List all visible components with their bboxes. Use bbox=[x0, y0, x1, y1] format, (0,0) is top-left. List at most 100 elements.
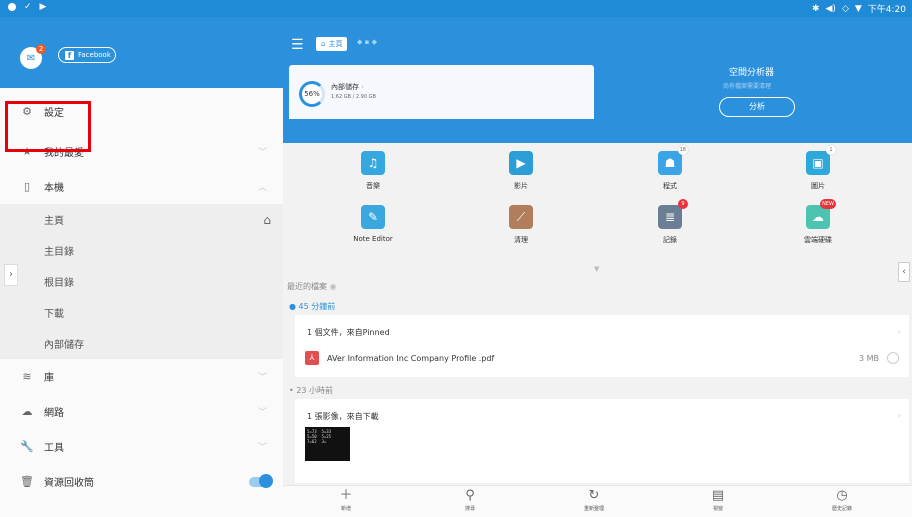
drawer-subitem-main-directory[interactable]: 主目錄 bbox=[0, 235, 283, 266]
card-title: 1 個文件，來自Pinned bbox=[307, 328, 390, 337]
dot-icon bbox=[8, 3, 16, 11]
wrench-icon: 🔧 bbox=[20, 440, 34, 453]
check-icon: ✓ bbox=[24, 2, 32, 12]
plus-icon: ＋ bbox=[339, 488, 353, 503]
app-badge: 9 bbox=[678, 199, 688, 209]
history-icon: ◷ bbox=[836, 488, 848, 503]
app-cleaner[interactable]: ⟋ 清理 bbox=[481, 205, 561, 245]
main-header: ☰ ⌂ 主頁 ◆ ▪ ◆ 56% 內部儲存 › 1.62 GB / 2.90 G… bbox=[283, 17, 912, 143]
search-icon: ⚲ bbox=[465, 488, 475, 503]
drawer-subitem-root[interactable]: 根目錄 bbox=[0, 266, 283, 297]
network-icon: ☁ bbox=[21, 405, 33, 418]
music-icon: ♫ bbox=[361, 151, 385, 175]
app-music[interactable]: ♫ 音樂 bbox=[333, 151, 413, 191]
app-programs[interactable]: ☗ 18 程式 bbox=[630, 145, 710, 191]
drawer-item-label: 資源回收筒 bbox=[44, 478, 94, 489]
eye-icon: ◉ bbox=[329, 282, 337, 291]
storage-title: 內部儲存 › bbox=[331, 83, 365, 91]
stack-icon: ≣ 9 bbox=[658, 199, 688, 229]
new-button[interactable]: ＋ 新增 bbox=[316, 488, 376, 513]
cloud-icon: ☁ NEW bbox=[806, 199, 836, 229]
home-icon: ⌂ bbox=[321, 40, 326, 48]
menu-icon[interactable]: ☰ bbox=[291, 37, 304, 53]
chevron-left-icon: ‹ bbox=[902, 267, 906, 277]
bottom-toolbar: ＋ 新增 ⚲ 搜尋 ↻ 重新整理 ▤ 視窗 ◷ 歷史記錄 bbox=[283, 485, 912, 517]
volume-icon: ◀) bbox=[825, 3, 836, 14]
status-bar: ✓ ▶ ✱ ◀) ◇ ▼ 下午4:20 bbox=[0, 0, 912, 17]
navigation-drawer: ✉ 2 f Facebook ⚙ 設定 ★ 我的最愛 ﹀ ▯ 本機 ︿ 主頁 ⌂… bbox=[0, 17, 283, 517]
refresh-button[interactable]: ↻ 重新整理 bbox=[564, 488, 624, 513]
chevron-up-icon: ︿ bbox=[257, 183, 267, 193]
video-icon: ▶ bbox=[509, 151, 533, 175]
drawer-item-label: 庫 bbox=[44, 373, 54, 384]
mail-icon: ✉ bbox=[26, 52, 36, 64]
drawer-subitem-label: 下載 bbox=[44, 309, 64, 320]
app-badge: NEW bbox=[820, 199, 836, 209]
recent-files-title: 最近的檔案 ◉ bbox=[287, 282, 337, 291]
refresh-icon: ↻ bbox=[588, 488, 600, 503]
app-video[interactable]: ▶ 影片 bbox=[481, 151, 561, 191]
drawer-item-recycle-bin[interactable]: 🗑 資源回收筒 bbox=[0, 464, 283, 499]
image-icon: ▣ 1 bbox=[806, 145, 836, 175]
drawer-item-label: 網路 bbox=[44, 408, 64, 419]
drawer-header: ✉ 2 f Facebook bbox=[0, 17, 283, 88]
drawer-item-label: 本機 bbox=[44, 183, 64, 194]
drawer-subitem-internal-storage[interactable]: 內部儲存 bbox=[0, 328, 283, 359]
select-radio[interactable] bbox=[887, 352, 899, 364]
file-size: 3 MB bbox=[858, 354, 879, 363]
drawer-subitem-label: 內部儲存 bbox=[44, 340, 84, 351]
facebook-label: Facebook bbox=[78, 51, 111, 59]
library-icon: ≋ bbox=[22, 370, 32, 383]
app-cloud-drive[interactable]: ☁ NEW 雲端硬碟 bbox=[778, 199, 858, 245]
storage-card[interactable]: 56% 內部儲存 › 1.62 GB / 2.90 GB bbox=[289, 65, 594, 125]
chevron-right-icon: › bbox=[897, 327, 901, 336]
analyze-button[interactable]: 分析 bbox=[719, 97, 795, 117]
facebook-button[interactable]: f Facebook bbox=[58, 47, 116, 63]
recent-card-document[interactable]: 1 個文件，來自Pinned › ⅄ AVer Information Inc … bbox=[295, 315, 909, 377]
drawer-item-library[interactable]: ≋ 庫 ﹀ bbox=[0, 359, 283, 394]
storage-usage-ring: 56% bbox=[299, 81, 325, 107]
card-title: 1 張影像，來自下載 bbox=[307, 412, 379, 421]
play-icon: ▶ bbox=[39, 2, 47, 12]
right-edge-tab[interactable]: ‹ bbox=[898, 262, 910, 282]
drawer-subitem-home[interactable]: 主頁 ⌂ bbox=[0, 204, 283, 235]
drawer-subitem-label: 主目錄 bbox=[44, 247, 74, 258]
main-content: ☰ ⌂ 主頁 ◆ ▪ ◆ 56% 內部儲存 › 1.62 GB / 2.90 G… bbox=[283, 17, 912, 517]
chevron-down-icon: ﹀ bbox=[257, 443, 267, 453]
app-note-editor[interactable]: ✎ Note Editor bbox=[333, 205, 413, 243]
storage-card-footer bbox=[289, 119, 594, 125]
left-edge-tab[interactable]: › bbox=[4, 264, 18, 286]
recycle-bin-toggle[interactable] bbox=[249, 473, 273, 488]
windows-button[interactable]: ▤ 視窗 bbox=[688, 489, 748, 513]
recent-group-time: ● 45 分鐘前 bbox=[289, 302, 336, 311]
drawer-item-tools[interactable]: 🔧 工具 ﹀ bbox=[0, 429, 283, 464]
recent-group-time: • 23 小時前 bbox=[289, 386, 333, 395]
analyzer-subtitle: 尚有檔案需要清理 bbox=[723, 83, 772, 90]
app-badge: 18 bbox=[677, 145, 688, 155]
drawer-item-network[interactable]: ☁ 網路 ﹀ bbox=[0, 394, 283, 429]
search-button[interactable]: ⚲ 搜尋 bbox=[440, 488, 500, 513]
recent-card-image[interactable]: 1 張影像，來自下載 › 5=73 5=33 5=50 5=25 7=62 3= bbox=[295, 399, 909, 483]
chevron-down-icon: ﹀ bbox=[257, 408, 267, 418]
chevron-down-icon: ﹀ bbox=[257, 148, 267, 158]
drawer-subitem-label: 根目錄 bbox=[44, 278, 74, 289]
wifi-icon: ▼ bbox=[854, 3, 862, 14]
pdf-icon: ⅄ bbox=[305, 351, 319, 365]
phone-icon: ▯ bbox=[23, 180, 31, 193]
breadcrumb-label: 主頁 bbox=[328, 40, 343, 48]
expand-chevron-icon[interactable]: ▼ bbox=[594, 265, 599, 273]
history-button[interactable]: ◷ 歷史記錄 bbox=[812, 488, 872, 513]
app-images[interactable]: ▣ 1 圖片 bbox=[778, 145, 858, 191]
data-icon: ◇ bbox=[841, 3, 849, 14]
file-name: AVer Information Inc Company Profile .pd… bbox=[327, 354, 495, 363]
image-thumbnail[interactable]: 5=73 5=33 5=50 5=25 7=62 3= bbox=[305, 427, 350, 461]
trash-icon: 🗑 bbox=[20, 475, 34, 488]
breadcrumb-icons: ◆ ▪ ◆ bbox=[357, 38, 377, 46]
drawer-subitem-download[interactable]: 下載 bbox=[0, 297, 283, 328]
breadcrumb-home[interactable]: ⌂ 主頁 bbox=[316, 37, 348, 51]
chevron-down-icon: ﹀ bbox=[257, 373, 267, 383]
note-icon: ✎ bbox=[361, 205, 385, 229]
app-log[interactable]: ≣ 9 記錄 bbox=[630, 199, 710, 245]
drawer-item-label: 工具 bbox=[44, 443, 64, 454]
drawer-item-local[interactable]: ▯ 本機 ︿ bbox=[0, 169, 283, 204]
